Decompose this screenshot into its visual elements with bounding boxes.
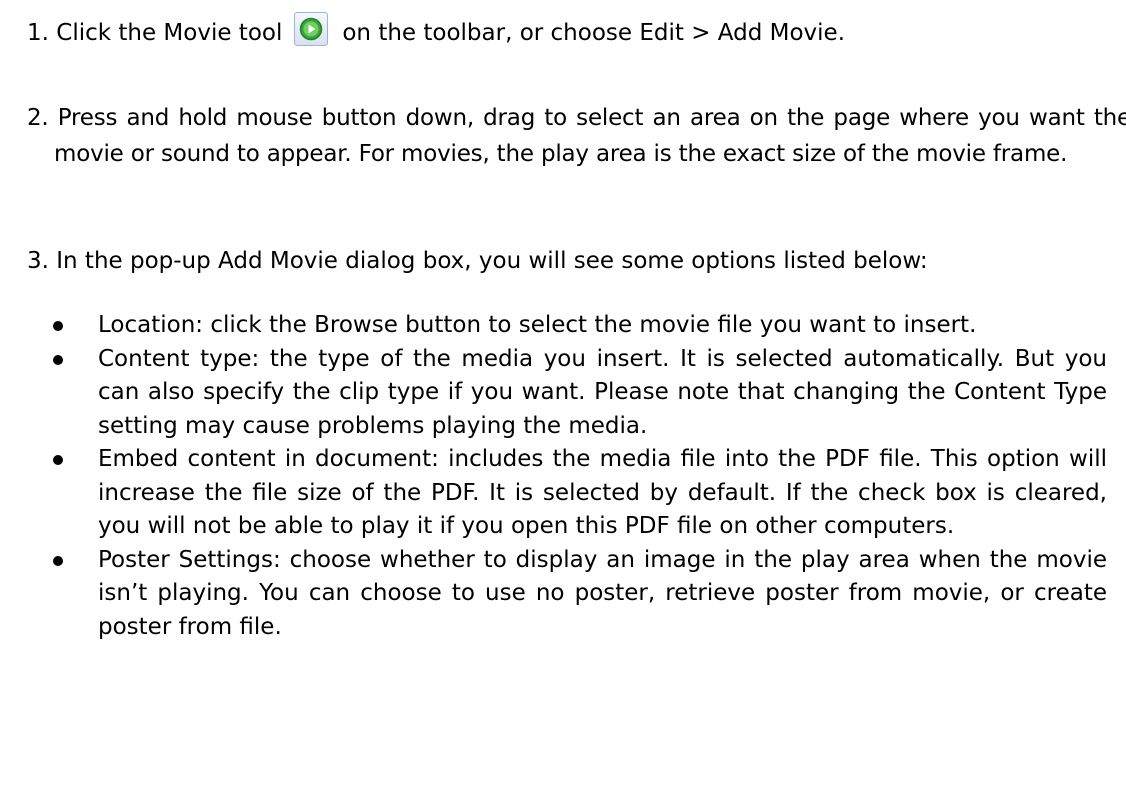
option-location-text: Location: click the Browse button to sel…: [98, 312, 977, 338]
option-content-type-text: Content type: the type of the media you …: [98, 345, 1107, 439]
option-content-type: Content type: the type of the media you …: [47, 343, 1107, 444]
step-2: 2. Press and hold mouse button down, dra…: [27, 105, 1126, 167]
option-embed-content-text: Embed content in document: includes the …: [98, 446, 1107, 539]
play-icon: [300, 17, 323, 41]
bullet-icon: [53, 321, 63, 331]
document-page: 1. Click the Movie tool on the toolbar, o…: [0, 0, 1126, 810]
option-poster-settings: Poster Settings: choose whether to displ…: [47, 544, 1107, 645]
step-3: 3. In the pop-up Add Movie dialog box, y…: [27, 248, 928, 274]
movie-tool-icon: [294, 12, 329, 46]
bullet-icon: [53, 354, 63, 365]
bullet-icon: [53, 455, 63, 465]
bullet-icon: [53, 555, 63, 566]
options-list: Location: click the Browse button to sel…: [47, 309, 1107, 644]
option-location: Location: click the Browse button to sel…: [47, 309, 1107, 343]
step-1: 1. Click the Movie tool on the toolbar, o…: [27, 12, 1107, 51]
step-1-text-before-icon: 1. Click the Movie tool: [27, 20, 283, 46]
step-1-text-after-icon: on the toolbar, or choose Edit > Add Mov…: [342, 20, 846, 46]
option-embed-content: Embed content in document: includes the …: [47, 443, 1107, 544]
option-poster-settings-text: Poster Settings: choose whether to displ…: [98, 546, 1107, 640]
